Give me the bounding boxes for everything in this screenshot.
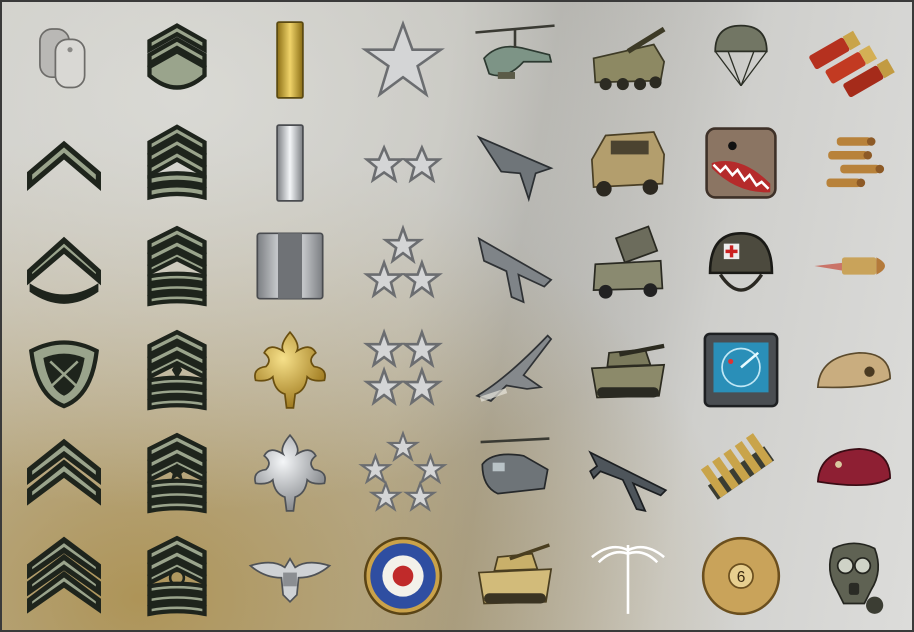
second-lieutenant-gold-bar-icon xyxy=(276,20,304,99)
sergeant-major-star-icon xyxy=(147,432,207,514)
cell[interactable] xyxy=(685,8,798,111)
heavy-helicopter-icon xyxy=(480,437,550,495)
stealth-bomber-icon xyxy=(476,135,554,203)
staff-sergeant-icon xyxy=(147,22,207,90)
first-lieutenant-silver-bar-icon xyxy=(276,124,304,202)
cell[interactable] xyxy=(797,8,910,111)
cell[interactable] xyxy=(459,111,572,214)
cell[interactable] xyxy=(8,525,121,628)
lieutenant-colonel-silver-oak-leaf-icon xyxy=(253,433,326,512)
cell[interactable] xyxy=(572,318,685,421)
cell[interactable] xyxy=(8,8,121,111)
emblem-grid: 6 xyxy=(8,8,910,628)
cell[interactable] xyxy=(346,525,459,628)
cell[interactable] xyxy=(459,318,572,421)
sergeant-first-class-icon xyxy=(147,124,207,201)
mobile-artillery-icon xyxy=(592,26,666,90)
cell[interactable] xyxy=(234,421,347,524)
cell[interactable] xyxy=(346,8,459,111)
cell[interactable] xyxy=(234,318,347,421)
master-sergeant-icon xyxy=(147,226,207,307)
cell[interactable] xyxy=(797,111,910,214)
cell[interactable] xyxy=(797,215,910,318)
attack-helicopter-icon xyxy=(475,23,556,79)
cell[interactable] xyxy=(685,421,798,524)
cell[interactable] xyxy=(346,111,459,214)
command-sergeant-major-wreath-icon xyxy=(147,536,207,617)
cell[interactable] xyxy=(459,215,572,318)
cargo-plane-icon xyxy=(588,450,668,512)
private-chevron-icon xyxy=(27,140,102,191)
winged-emblem-icon xyxy=(591,545,666,615)
ammo-belt-icon xyxy=(700,433,774,500)
shotgun-shells-icon xyxy=(808,30,895,97)
cell[interactable] xyxy=(797,421,910,524)
lance-corporal-crossed-rifles-icon xyxy=(29,340,100,409)
shark-mouth-patch-icon xyxy=(705,127,777,199)
cell[interactable] xyxy=(459,421,572,524)
cell[interactable] xyxy=(8,215,121,318)
emblem-sheet: 6 xyxy=(0,0,914,632)
two-star-general-icon xyxy=(362,144,443,184)
cell[interactable] xyxy=(121,215,234,318)
cell[interactable] xyxy=(121,525,234,628)
jet-launch-icon xyxy=(475,334,553,402)
radar-screen-icon xyxy=(703,332,779,408)
cell[interactable] xyxy=(234,525,347,628)
colonel-eagle-icon xyxy=(248,557,332,604)
five-star-general-icon xyxy=(357,430,448,512)
cell[interactable] xyxy=(346,421,459,524)
cell[interactable] xyxy=(346,318,459,421)
cell[interactable] xyxy=(572,111,685,214)
captain-double-bar-icon xyxy=(256,232,324,300)
dog-tags-icon xyxy=(39,27,86,89)
cell[interactable] xyxy=(8,318,121,421)
maroon-beret-icon xyxy=(816,448,891,487)
cell[interactable] xyxy=(121,318,234,421)
cell[interactable] xyxy=(685,318,798,421)
cell[interactable] xyxy=(121,8,234,111)
bullets-icon xyxy=(826,137,884,188)
cell[interactable] xyxy=(8,111,121,214)
pfc-chevron-rocker-icon xyxy=(27,237,102,305)
cell[interactable] xyxy=(459,525,572,628)
tan-beret-icon xyxy=(816,351,891,388)
major-gold-oak-leaf-icon xyxy=(253,330,326,409)
cell[interactable] xyxy=(685,111,798,214)
parachute-icon xyxy=(714,24,768,86)
cell[interactable] xyxy=(572,8,685,111)
cell[interactable] xyxy=(572,525,685,628)
one-star-general-icon xyxy=(360,19,445,98)
four-star-general-icon xyxy=(362,327,443,406)
shell-casing-number: 6 xyxy=(737,569,746,586)
shell-casing-icon: 6 xyxy=(701,537,781,616)
roundel-patch-icon xyxy=(363,537,442,616)
main-battle-tank-icon xyxy=(590,343,666,399)
cell[interactable]: 6 xyxy=(685,525,798,628)
cell[interactable] xyxy=(234,8,347,111)
sergeant-triple-chevron-icon xyxy=(27,536,102,614)
first-sergeant-diamond-icon xyxy=(147,329,207,411)
cell[interactable] xyxy=(797,318,910,421)
cell[interactable] xyxy=(121,421,234,524)
armored-tank-icon xyxy=(478,543,553,605)
cell[interactable] xyxy=(234,215,347,318)
cell[interactable] xyxy=(8,421,121,524)
cell[interactable] xyxy=(234,111,347,214)
rocket-launcher-truck-icon xyxy=(592,225,664,300)
cell[interactable] xyxy=(121,111,234,214)
cell[interactable] xyxy=(459,8,572,111)
cell[interactable] xyxy=(346,215,459,318)
gas-mask-icon xyxy=(828,542,883,615)
three-star-general-icon xyxy=(362,224,443,299)
cell[interactable] xyxy=(797,525,910,628)
humvee-icon xyxy=(591,131,666,197)
cell[interactable] xyxy=(685,215,798,318)
cell[interactable] xyxy=(572,421,685,524)
tracer-bullet-icon xyxy=(814,257,885,275)
corporal-double-chevron-icon xyxy=(27,438,102,506)
cell[interactable] xyxy=(572,215,685,318)
fighter-jet-icon xyxy=(477,237,553,304)
combat-helmet-icon xyxy=(708,232,774,293)
